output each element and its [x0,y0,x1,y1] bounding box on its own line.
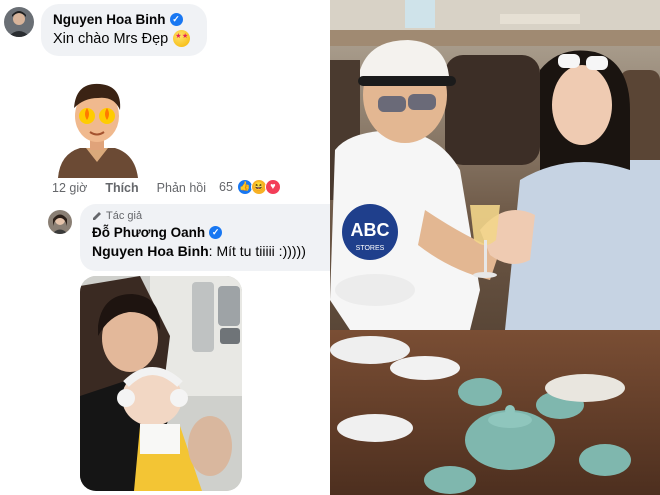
reply-author-row: Đỗ Phương Oanh ✓ [92,225,318,240]
reply-photo[interactable] [80,276,242,491]
reaction-summary[interactable]: 65 👍 😆 ♥ [219,179,281,195]
reply-bubble: Tác giả Đỗ Phương Oanh ✓ Nguyen Hoa Binh… [80,204,330,271]
comment-thread: Nguyen Hoa Binh ✓ Xin chào Mrs Đẹp 12 gi… [0,0,330,495]
couple-photo[interactable]: ABC STORES [330,0,660,495]
reply-text: : Mít tu tiiiii :))))) [208,243,306,259]
love-reaction-icon: ♥ [264,179,281,195]
verified-badge-icon: ✓ [169,13,183,26]
commenter-avatar[interactable] [4,7,34,37]
like-button[interactable]: Thích [105,181,138,195]
comment-text-row: Xin chào Mrs Đẹp [53,30,195,47]
comment-text: Xin chào Mrs Đẹp [53,30,169,47]
comment-author-row: Nguyen Hoa Binh ✓ [53,12,195,27]
avatar-sticker [50,76,145,178]
reply-text-row: Nguyen Hoa Binh: Mít tu tiiiii :))))) [92,243,318,259]
author-tag-label: Tác giả [106,210,143,222]
reply-author-avatar[interactable] [48,210,72,234]
verified-badge-icon: ✓ [209,226,223,239]
comment-time[interactable]: 12 giờ [52,181,87,195]
author-tag: Tác giả [92,210,318,222]
comment-actions: 12 giờ Thích Phản hồi [52,181,206,195]
pencil-icon [93,212,101,220]
comment-author-name[interactable]: Nguyen Hoa Binh [53,12,166,27]
reaction-count: 65 [219,180,233,194]
abc-badge-subtext: STORES [356,245,385,252]
comment-bubble: Nguyen Hoa Binh ✓ Xin chào Mrs Đẹp [41,4,207,56]
reply-author-name[interactable]: Đỗ Phương Oanh [92,225,205,240]
reply-button[interactable]: Phản hồi [157,181,206,195]
star-struck-emoji-icon [173,30,191,47]
abc-badge-text: ABC [351,220,390,240]
reply-mention[interactable]: Nguyen Hoa Binh [92,243,209,259]
